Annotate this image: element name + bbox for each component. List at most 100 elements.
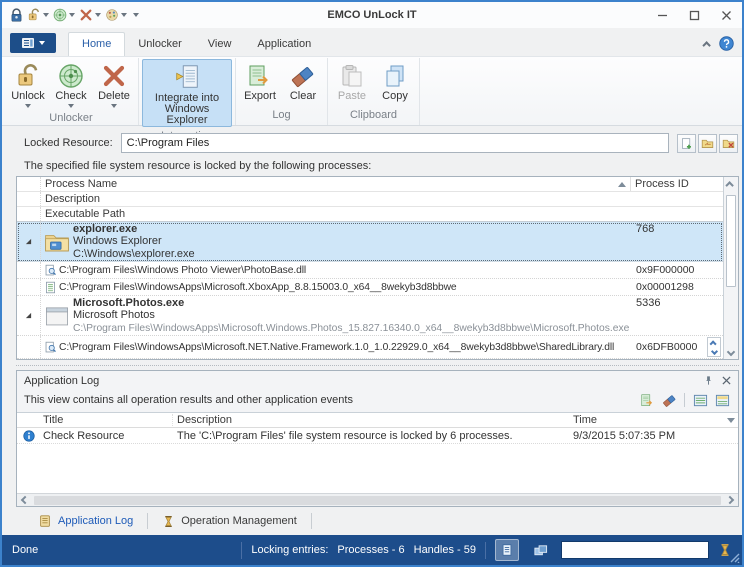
tab-view[interactable]: View [195, 33, 245, 56]
check-file-button[interactable] [677, 134, 696, 153]
scroll-right-button[interactable] [722, 494, 738, 506]
column-header-process-id[interactable]: Process ID [631, 178, 723, 190]
main-content: Locked Resource: The specified file syst… [2, 126, 742, 535]
scroll-thumb[interactable] [34, 496, 721, 505]
tab-unlocker[interactable]: Unlocker [125, 33, 194, 56]
handle-row-sharedlibrary[interactable]: C:\Program Files\WindowsApps\Microsoft.N… [17, 336, 723, 359]
scroll-up-button[interactable] [724, 177, 738, 191]
status-bar: Done Locking entries: Processes - 6 Hand… [2, 535, 742, 565]
toggle-log-panel-button[interactable] [495, 539, 519, 561]
expanded-triangle-icon [25, 312, 32, 319]
progress-box [561, 541, 709, 559]
unlock-icon [15, 63, 41, 89]
qat-delete-button[interactable] [78, 7, 102, 23]
ribbon-group-log: Export Clear Log [236, 58, 328, 125]
process-grid: Process Name Process ID Description Exec… [16, 176, 739, 360]
tab-home[interactable]: Home [68, 32, 125, 56]
qat-theme-button[interactable] [104, 7, 128, 23]
processes-count: Processes - 6 [337, 544, 404, 556]
qat-unlock-button[interactable] [26, 7, 50, 23]
integrate-explorer-button[interactable]: Integrate intoWindows Explorer [142, 59, 232, 127]
pin-icon[interactable] [703, 375, 714, 386]
column-header-process-name[interactable]: Process Name [41, 177, 631, 191]
row-expander[interactable] [17, 222, 41, 261]
locked-resource-input[interactable] [121, 133, 669, 153]
close-panel-icon[interactable] [722, 376, 731, 385]
clear-icon [290, 63, 316, 89]
handle-row-photobase[interactable]: C:\Program Files\Windows Photo Viewer\Ph… [17, 262, 723, 279]
log-title-cell: Check Resource [41, 430, 173, 442]
export-log-button[interactable] [638, 391, 656, 409]
tab-operation-management[interactable]: Operation Management [148, 509, 311, 533]
qat-check-caret[interactable] [69, 13, 75, 17]
handle-row-xboxapp[interactable]: C:\Program Files\WindowsApps\Microsoft.X… [17, 279, 723, 296]
column-header-description[interactable]: Description [173, 414, 570, 426]
scroll-track[interactable] [724, 191, 738, 345]
check-dropdown-caret[interactable] [68, 104, 74, 108]
process-id: 5336 [631, 297, 723, 309]
process-row-explorer[interactable]: explorer.exe768 Windows Explorer C:\Wind… [17, 222, 723, 262]
process-name: Microsoft.Photos.exe [73, 297, 631, 309]
sort-ascending-icon [618, 182, 626, 187]
horizontal-scrollbar[interactable] [17, 493, 738, 506]
export-icon [247, 63, 273, 89]
app-menu-icon [22, 38, 34, 48]
copy-button[interactable]: Copy [374, 59, 416, 106]
tab-application-log[interactable]: Application Log [24, 509, 147, 533]
tab-application[interactable]: Application [244, 33, 324, 56]
log-time-cell: 9/3/2015 5:07:35 PM [570, 430, 738, 442]
grid-header-row-name: Process Name Process ID [17, 177, 723, 192]
app-window-icon [41, 296, 73, 335]
handle-path: C:\Program Files\WindowsApps\Microsoft.N… [59, 342, 631, 353]
delete-dropdown-caret[interactable] [111, 104, 117, 108]
process-id: 768 [631, 223, 723, 235]
row-expander[interactable] [17, 296, 41, 335]
vertical-scrollbar[interactable] [723, 177, 738, 359]
browse-folder-button[interactable] [698, 134, 717, 153]
process-path: C:\Windows\explorer.exe [73, 248, 723, 261]
qat-theme-caret[interactable] [121, 13, 127, 17]
collapse-ribbon-button[interactable] [702, 41, 710, 49]
column-header-description[interactable]: Description [41, 193, 723, 205]
qat-delete-caret[interactable] [95, 13, 101, 17]
file-icon [41, 281, 59, 294]
column-header-title[interactable]: Title [41, 414, 173, 426]
clear-button[interactable]: Clear [282, 59, 324, 106]
resize-grip[interactable] [730, 553, 740, 563]
view-list-button[interactable] [691, 391, 709, 409]
unlock-button[interactable]: Unlock [7, 59, 49, 109]
unlock-dropdown-caret[interactable] [25, 104, 31, 108]
log-row-check-resource[interactable]: Check Resource The 'C:\Program Files' fi… [17, 428, 738, 444]
row-scroll-spinner[interactable] [707, 337, 721, 357]
grid-header-row-description: Description [17, 192, 723, 207]
scroll-thumb[interactable] [726, 195, 736, 287]
check-button[interactable]: Check [50, 59, 92, 109]
app-menu-button[interactable] [10, 33, 56, 53]
column-header-executable-path[interactable]: Executable Path [41, 208, 723, 220]
delete-button[interactable]: Delete [93, 59, 135, 109]
panel-splitter[interactable] [16, 360, 739, 370]
handle-value: 0x9F000000 [631, 264, 723, 276]
dll-icon [41, 264, 59, 277]
clear-log-button[interactable] [660, 391, 678, 409]
process-row-photos[interactable]: Microsoft.Photos.exe5336 Microsoft Photo… [17, 296, 723, 336]
application-log-panel: Application Log This view contains all o… [16, 370, 739, 507]
scroll-left-button[interactable] [17, 494, 33, 506]
minimize-button[interactable] [646, 3, 678, 27]
title-bar: EMCO UnLock IT [2, 2, 742, 28]
spin-down-icon [710, 348, 717, 355]
column-header-time[interactable]: Time [570, 414, 738, 426]
qat-customize-button[interactable] [133, 13, 139, 17]
close-button[interactable] [710, 3, 742, 27]
view-grouped-button[interactable] [713, 391, 731, 409]
clear-resource-button[interactable] [719, 134, 738, 153]
maximize-button[interactable] [678, 3, 710, 27]
export-button[interactable]: Export [239, 59, 281, 106]
windows-layout-button[interactable] [528, 539, 552, 561]
help-button[interactable] [719, 36, 734, 51]
log-panel-title: Application Log [24, 375, 695, 387]
qat-check-button[interactable] [52, 7, 76, 23]
scroll-down-button[interactable] [724, 345, 738, 359]
ribbon-group-clipboard: Paste Copy Clipboard [328, 58, 420, 125]
qat-unlock-caret[interactable] [43, 13, 49, 17]
